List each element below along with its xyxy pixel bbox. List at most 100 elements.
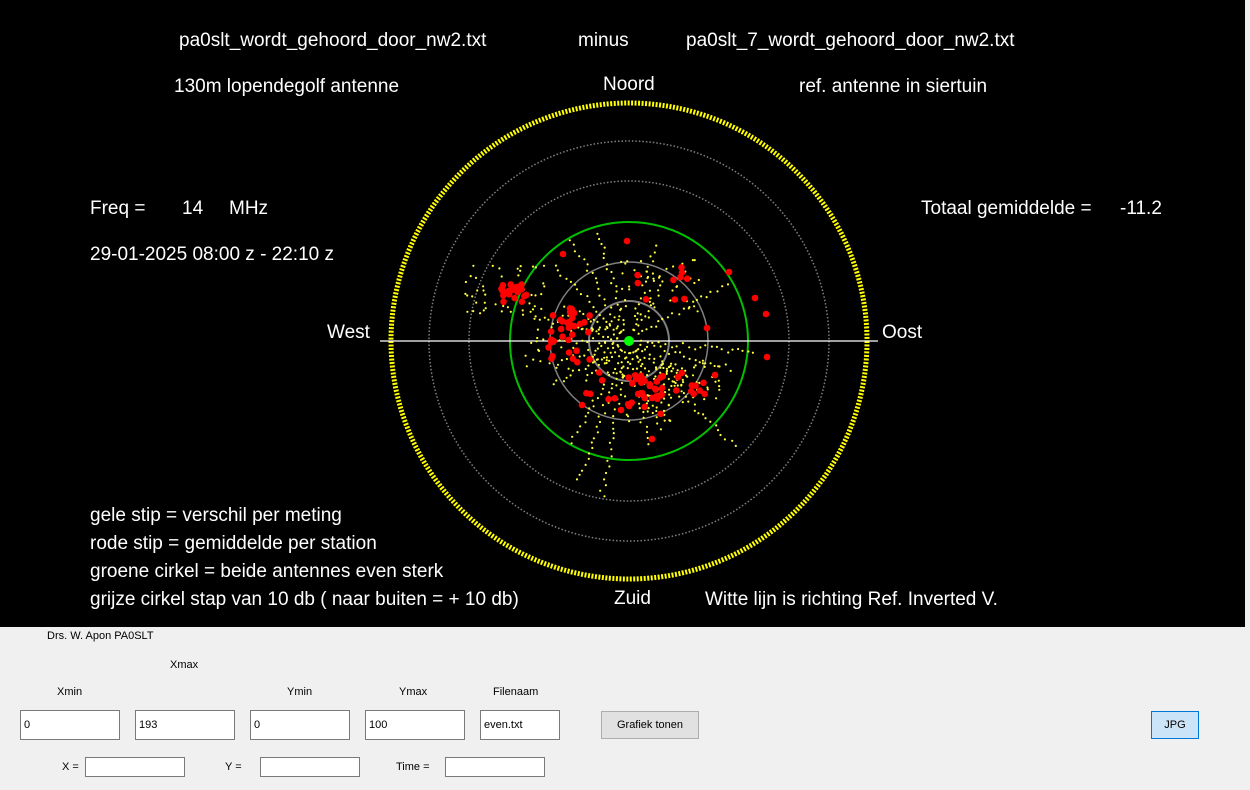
yellow-dot	[616, 303, 619, 306]
yellow-dot	[619, 393, 623, 396]
yellow-dot	[614, 351, 617, 354]
yellow-dot	[637, 348, 640, 351]
yellow-dot	[623, 351, 627, 354]
yellow-dot	[662, 366, 665, 370]
xmin-input[interactable]	[20, 710, 120, 740]
window-edge	[1245, 0, 1250, 627]
red-dot	[674, 373, 682, 381]
yellow-dot	[639, 260, 643, 263]
yellow-dot	[637, 324, 640, 327]
yellow-dot	[652, 302, 655, 305]
freq-value: 14	[182, 198, 204, 219]
yellow-dot	[573, 283, 577, 286]
yellow-dot	[731, 439, 734, 442]
yellow-dot	[584, 421, 587, 424]
polar-plot-panel: pa0slt_wordt_gehoord_door_nw2.txt minus …	[0, 0, 1245, 627]
yellow-dot	[603, 298, 606, 301]
yellow-dot	[659, 284, 662, 287]
yellow-dot	[648, 353, 651, 356]
yellow-dot	[539, 360, 542, 363]
ymin-input[interactable]	[250, 710, 350, 740]
yellow-dot	[641, 350, 644, 353]
yellow-dot	[642, 416, 645, 419]
yellow-dot	[605, 361, 608, 365]
yellow-dot	[580, 469, 584, 472]
yellow-dot	[556, 363, 560, 366]
yellow-dot	[591, 446, 594, 450]
yellow-dot	[635, 355, 639, 358]
x-input[interactable]	[85, 757, 185, 777]
yellow-dot	[595, 330, 598, 333]
yellow-dot	[657, 289, 660, 292]
yellow-dot	[718, 385, 721, 388]
yellow-dot	[583, 258, 586, 261]
yellow-dot	[661, 317, 664, 321]
red-dot	[605, 395, 612, 403]
red-dot	[646, 381, 654, 388]
red-dot	[571, 322, 578, 330]
ymax-input[interactable]	[365, 710, 465, 740]
yellow-dot	[695, 298, 699, 302]
yellow-dot	[596, 281, 599, 284]
yellow-dot	[602, 317, 605, 320]
yellow-dot	[747, 350, 750, 353]
red-dot	[598, 377, 606, 384]
yellow-dot	[612, 371, 615, 374]
yellow-dot	[610, 282, 613, 285]
yellow-dot	[657, 341, 660, 344]
yellow-dot	[667, 403, 670, 406]
yellow-dot	[657, 294, 660, 297]
yellow-dot	[647, 399, 650, 402]
yellow-dot	[608, 323, 611, 326]
yellow-dot	[688, 357, 691, 360]
yellow-dot	[646, 276, 649, 280]
yellow-dot	[660, 401, 663, 404]
yellow-dot	[540, 307, 543, 310]
datetime-range: 29-01-2025 08:00 z - 22:10 z	[90, 244, 335, 265]
red-dot	[507, 281, 514, 288]
time-input[interactable]	[445, 757, 545, 777]
yellow-dot	[709, 420, 712, 423]
north-label: Noord	[603, 74, 655, 95]
yellow-dot	[573, 250, 577, 253]
yellow-dot	[645, 425, 649, 428]
yellow-dot	[671, 289, 674, 292]
yellow-dot	[676, 369, 679, 372]
xmax-input[interactable]	[135, 710, 235, 740]
yellow-dot	[719, 433, 722, 437]
yellow-dot	[612, 427, 615, 430]
grafiek-tonen-button[interactable]: Grafiek tonen	[601, 711, 699, 739]
filenaam-input[interactable]	[480, 710, 560, 740]
yellow-dot	[696, 310, 699, 313]
yellow-dot	[606, 459, 609, 462]
yellow-dot	[688, 346, 691, 349]
yellow-dot	[682, 355, 686, 358]
yellow-dot	[586, 373, 589, 377]
yellow-dot	[590, 371, 594, 375]
yellow-dot	[635, 349, 638, 352]
yellow-dot	[532, 358, 535, 361]
yellow-dot	[604, 341, 607, 344]
yellow-dot	[681, 378, 684, 381]
yellow-dot	[714, 380, 717, 383]
yellow-dot	[637, 332, 640, 335]
yellow-dot	[663, 419, 666, 422]
yellow-dot	[610, 320, 613, 323]
yellow-dot	[613, 408, 616, 411]
yellow-dot	[598, 342, 601, 345]
red-dot	[652, 386, 659, 393]
yellow-dot	[706, 388, 709, 391]
yellow-dot	[609, 313, 612, 316]
yellow-dot	[663, 349, 666, 353]
y-input[interactable]	[260, 757, 360, 777]
yellow-dot	[670, 312, 674, 315]
yellow-dot	[649, 255, 652, 258]
jpg-button[interactable]: JPG	[1151, 711, 1199, 739]
yellow-dot	[593, 353, 596, 356]
south-label: Zuid	[614, 588, 651, 609]
yellow-dot	[617, 362, 620, 365]
yellow-dot	[611, 382, 614, 386]
yellow-dot	[649, 297, 652, 300]
red-dot	[547, 328, 555, 335]
yellow-dot	[609, 351, 612, 354]
